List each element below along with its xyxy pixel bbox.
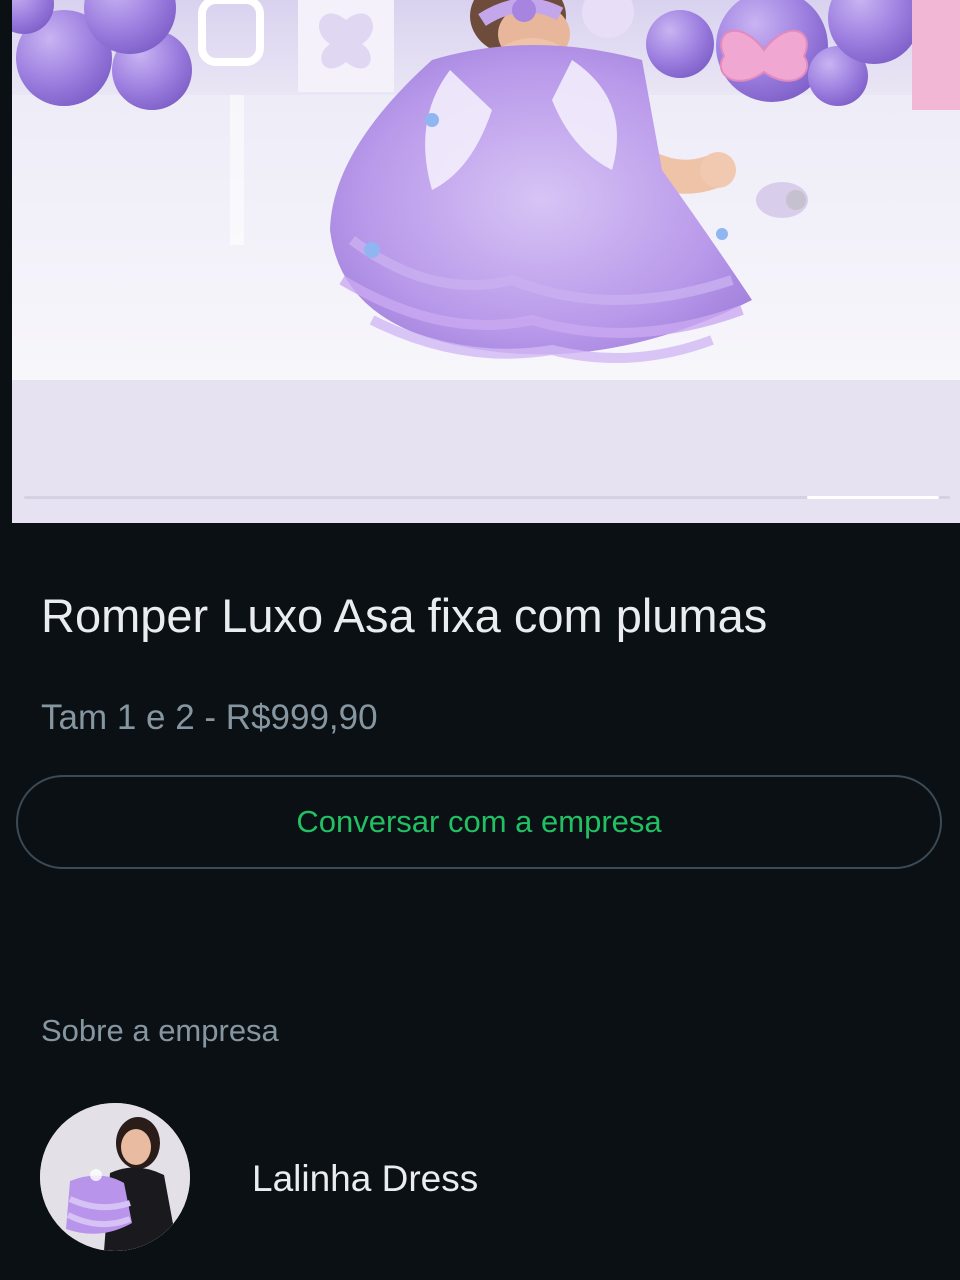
carousel-progress-indicator xyxy=(807,496,939,499)
product-detail-page: Romper Luxo Asa fixa com plumas Tam 1 e … xyxy=(0,0,960,1280)
business-name: Lalinha Dress xyxy=(252,1158,479,1199)
product-photo-illustration xyxy=(12,0,960,380)
product-photo[interactable] xyxy=(12,0,960,380)
business-avatar[interactable] xyxy=(40,1103,190,1251)
business-avatar-photo xyxy=(40,1103,190,1251)
chat-with-business-button[interactable]: Conversar com a empresa xyxy=(16,775,942,869)
business-profile-row[interactable]: Lalinha Dress xyxy=(40,1103,920,1251)
product-price: Tam 1 e 2 - R$999,90 xyxy=(41,698,378,737)
product-image-carousel[interactable] xyxy=(12,0,960,523)
chat-with-business-label: Conversar com a empresa xyxy=(296,804,662,839)
product-title: Romper Luxo Asa fixa com plumas xyxy=(41,589,768,642)
about-business-heading: Sobre a empresa xyxy=(41,1013,279,1048)
